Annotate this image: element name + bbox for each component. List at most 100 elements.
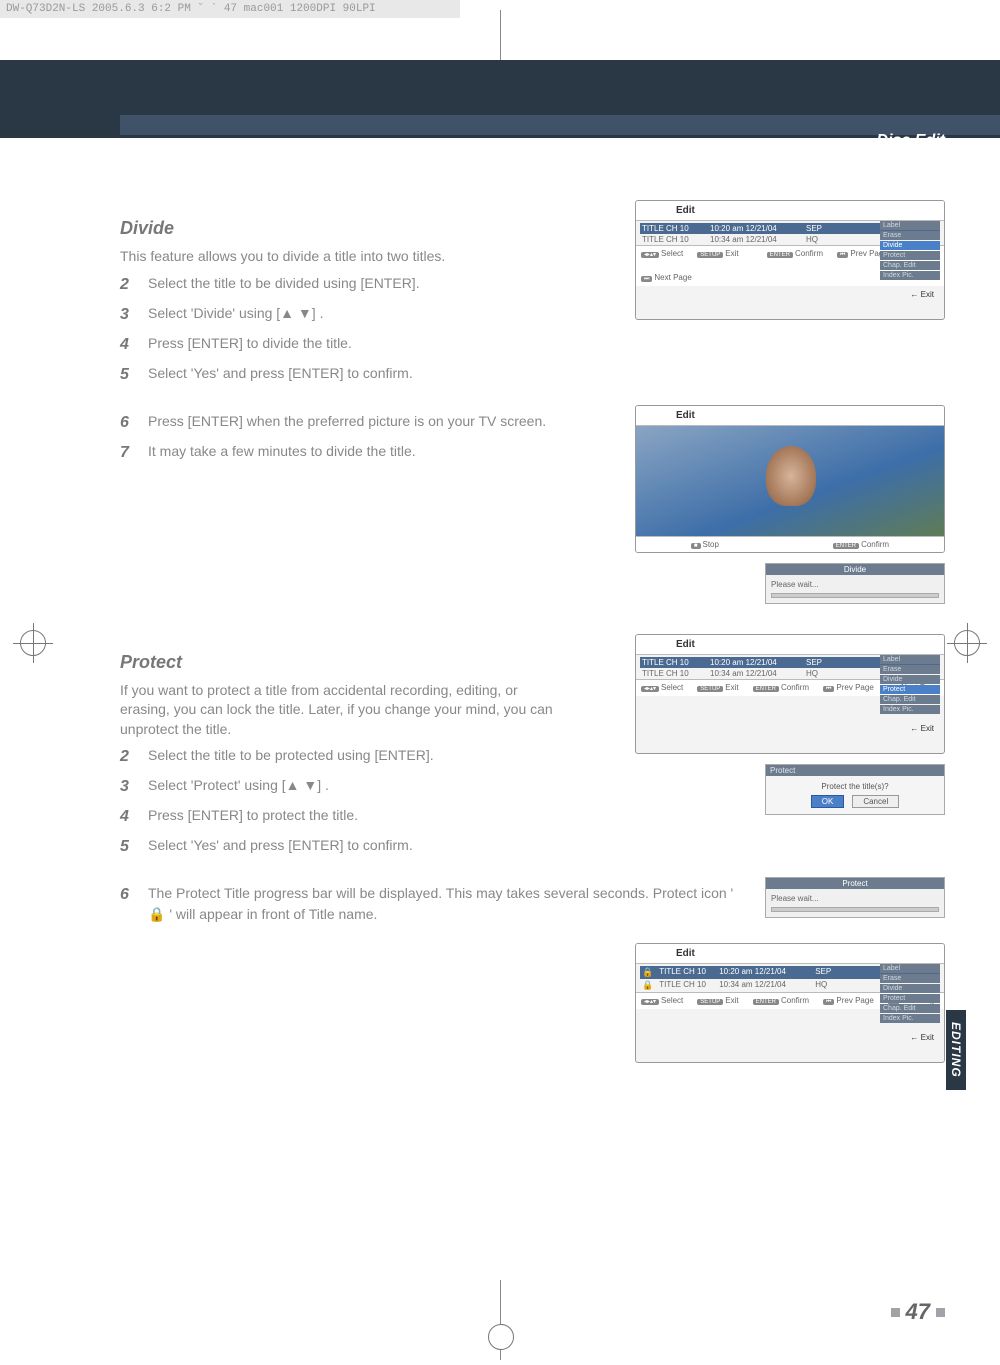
osd-title: Edit <box>636 944 944 964</box>
q-cell: SEP <box>806 224 828 233</box>
menu-item-protect[interactable]: Protect <box>880 685 940 694</box>
protect-step-2: Select the title to be protected using [… <box>148 745 434 769</box>
step-num: 6 <box>120 411 134 435</box>
divide-step-5: Select 'Yes' and press [ENTER] to confir… <box>148 363 413 387</box>
menu-item[interactable]: Divide <box>880 675 940 684</box>
divide-step-2: Select the title to be divided using [EN… <box>148 273 420 297</box>
progress-text: Please wait... <box>771 894 819 903</box>
hint-prev: ⏮Prev Page <box>823 683 874 693</box>
menu-item[interactable]: Divide <box>880 984 940 993</box>
protect-step-6: The Protect Title progress bar will be d… <box>148 883 745 925</box>
dialog-title: Protect <box>766 765 944 776</box>
hint-stop: ■Stop <box>691 540 719 549</box>
menu-item[interactable]: Index Pic. <box>880 271 940 280</box>
protect-step-4: Press [ENTER] to protect the title. <box>148 805 358 829</box>
hint-exit: SETUPExit <box>697 996 738 1006</box>
menu-item[interactable]: Label <box>880 964 940 973</box>
menu-item[interactable]: Chap. Edit <box>880 1004 940 1013</box>
menu-item[interactable]: Chap. Edit <box>880 261 940 270</box>
title-cell: TITLE CH 10 <box>659 967 713 978</box>
hint-prev: ⏮Prev Page <box>823 996 874 1006</box>
time-cell: 10:20 am 12/21/04 <box>710 224 800 233</box>
step-num: 6 <box>120 883 134 925</box>
step-num: 4 <box>120 805 134 829</box>
menu-item[interactable]: Erase <box>880 231 940 240</box>
print-meta: DW-Q73D2N-LS 2005.6.3 6:2 PM ˘ ` 47 mac0… <box>0 0 460 18</box>
divide-step-6: Press [ENTER] when the preferred picture… <box>148 411 546 435</box>
divide-step-7: It may take a few minutes to divide the … <box>148 441 416 465</box>
side-tab-editing: EDITING <box>946 1010 966 1090</box>
step-num: 3 <box>120 775 134 799</box>
square-icon <box>891 1308 900 1317</box>
divide-intro: This feature allows you to divide a titl… <box>120 247 570 267</box>
protect-step-5: Select 'Yes' and press [ENTER] to confir… <box>148 835 413 859</box>
step-num: 4 <box>120 333 134 357</box>
progress-title: Divide <box>766 564 944 575</box>
cancel-button[interactable]: Cancel <box>852 795 899 808</box>
dialog-text: Protect the title(s)? <box>772 782 938 791</box>
menu-item[interactable]: Protect <box>880 251 940 260</box>
menu-item[interactable]: Protect <box>880 994 940 1003</box>
edit-menu: Label Erase Divide Protect Chap. Edit In… <box>880 964 940 1023</box>
ok-button[interactable]: OK <box>811 795 845 808</box>
title-cell: TITLE CH 10 <box>642 669 704 678</box>
page-number: 47 <box>891 1299 945 1325</box>
menu-item[interactable]: Label <box>880 221 940 230</box>
divide-heading: Divide <box>120 218 570 239</box>
q-cell: SEP <box>815 967 837 978</box>
hint-next: ⏭Next Page <box>641 273 692 283</box>
time-cell: 10:20 am 12/21/04 <box>719 967 809 978</box>
osd-title: Edit <box>636 201 944 221</box>
menu-item[interactable]: Chap. Edit <box>880 695 940 704</box>
divide-progress: Divide Please wait... <box>765 563 945 604</box>
q-cell: HQ <box>806 235 828 244</box>
lock-icon: 🔒 <box>642 967 653 978</box>
q-cell: HQ <box>806 669 828 678</box>
protect-step-3: Select 'Protect' using [▲ ▼] . <box>148 775 329 799</box>
time-cell: 10:34 am 12/21/04 <box>719 980 809 991</box>
progress-bar <box>771 907 939 912</box>
header-accent <box>120 115 1000 135</box>
osd-title: Edit <box>636 635 944 655</box>
q-cell: HQ <box>815 980 837 991</box>
hint-select: ◂▸▴▾Select <box>641 249 683 259</box>
protect-heading: Protect <box>120 652 570 673</box>
step-num: 7 <box>120 441 134 465</box>
menu-item[interactable]: Erase <box>880 974 940 983</box>
menu-item[interactable]: Index Pic. <box>880 1014 940 1023</box>
step-num: 2 <box>120 745 134 769</box>
osd-edit-locked: Edit 🔒 TITLE CH 10 10:20 am 12/21/04 SEP 🔒 T… <box>635 943 945 1063</box>
time-cell: 10:34 am 12/21/04 <box>710 669 800 678</box>
step-num: 5 <box>120 835 134 859</box>
time-cell: 10:20 am 12/21/04 <box>710 658 800 667</box>
protect-progress: Protect Please wait... <box>765 877 945 918</box>
menu-item[interactable]: Label <box>880 655 940 664</box>
hint-select: ◂▸▴▾Select <box>641 996 683 1006</box>
edit-menu: Label Erase Divide Protect Chap. Edit In… <box>880 221 940 280</box>
menu-item[interactable]: Index Pic. <box>880 705 940 714</box>
hint-select: ◂▸▴▾Select <box>641 683 683 693</box>
title-cell: TITLE CH 10 <box>642 224 704 233</box>
exit-hint: ← Exit <box>910 290 934 299</box>
title-cell: TITLE CH 10 <box>659 980 713 991</box>
menu-item[interactable]: Erase <box>880 665 940 674</box>
crop-mark-right <box>954 630 980 656</box>
protect-intro: If you want to protect a title from acci… <box>120 681 570 740</box>
edit-menu: Label Erase Divide Protect Chap. Edit In… <box>880 655 940 714</box>
protect-dialog: Protect Protect the title(s)? OK Cancel <box>765 764 945 815</box>
spine-mark-bottom <box>500 1280 501 1360</box>
hint-confirm: ENTERConfirm <box>833 540 889 549</box>
progress-title: Protect <box>766 878 944 889</box>
q-cell: SEP <box>806 658 828 667</box>
title-cell: TITLE CH 10 <box>642 235 704 244</box>
divide-step-3: Select 'Divide' using [▲ ▼] . <box>148 303 323 327</box>
progress-bar <box>771 593 939 598</box>
square-icon <box>936 1308 945 1317</box>
menu-item-divide[interactable]: Divide <box>880 241 940 250</box>
lock-icon: 🔒 <box>642 980 653 991</box>
crop-mark-left <box>20 630 46 656</box>
exit-hint: ← Exit <box>910 1033 934 1042</box>
step-num: 3 <box>120 303 134 327</box>
osd-edit-protect: Edit TITLE CH 1010:20 am 12/21/04SEP TIT… <box>635 634 945 754</box>
progress-text: Please wait... <box>771 580 819 589</box>
